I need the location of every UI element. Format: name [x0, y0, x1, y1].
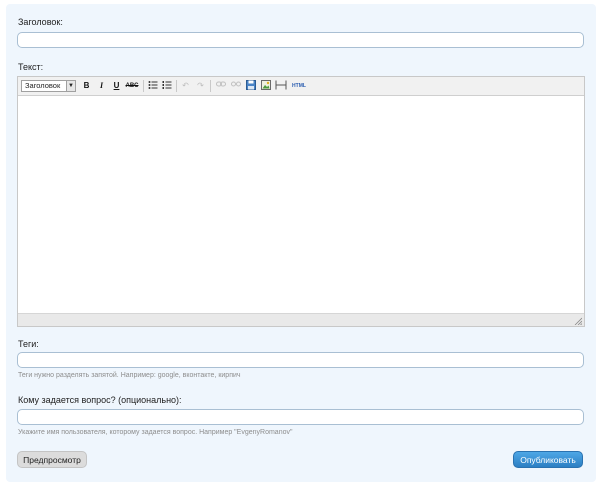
chevron-down-icon: ▼ [66, 81, 75, 91]
resize-grip-icon[interactable] [574, 317, 582, 325]
redo-icon: ↷ [197, 81, 204, 90]
underline-button[interactable]: U [111, 80, 122, 92]
tags-hint: Теги нужно разделять запятой. Например: … [18, 372, 241, 379]
recipient-input[interactable] [17, 409, 584, 425]
editor-toolbar: Заголовок ▼ B I U ABC ↶ ↷ HTML [18, 77, 584, 96]
html-button[interactable]: HTML [291, 80, 307, 92]
tags-label: Теги: [18, 339, 39, 349]
title-label: Заголовок: [18, 17, 63, 27]
preview-button[interactable]: Предпросмотр [17, 451, 87, 468]
image-icon [260, 80, 271, 90]
bullet-list-button[interactable] [147, 80, 158, 92]
link-icon [215, 81, 226, 87]
recipient-label: Кому задается вопрос? (опционально): [18, 395, 182, 405]
save-button[interactable] [245, 80, 256, 92]
save-icon [245, 80, 256, 90]
bullet-list-icon [148, 81, 157, 89]
toolbar-divider [210, 80, 211, 92]
strikethrough-button[interactable]: ABC [125, 80, 139, 92]
toolbar-divider [143, 80, 144, 92]
bold-button[interactable]: B [81, 80, 92, 92]
italic-button[interactable]: I [96, 80, 107, 92]
horizontal-rule-button[interactable] [275, 80, 287, 92]
unlink-icon [230, 81, 241, 87]
redo-button[interactable]: ↷ [195, 80, 206, 92]
horizontal-rule-icon [275, 80, 287, 90]
undo-icon: ↶ [182, 81, 189, 90]
text-label: Текст: [18, 62, 44, 72]
numbered-list-icon [162, 81, 171, 89]
unlink-button[interactable] [230, 80, 241, 92]
italic-icon: I [99, 81, 104, 90]
numbered-list-button[interactable] [161, 80, 172, 92]
undo-button[interactable]: ↶ [180, 80, 191, 92]
format-select-value: Заголовок [25, 81, 61, 90]
underline-icon: U [113, 81, 120, 90]
title-input[interactable] [17, 32, 584, 48]
editor-textarea[interactable] [18, 96, 584, 312]
rich-text-editor: Заголовок ▼ B I U ABC ↶ ↷ HTML [17, 76, 585, 327]
format-select[interactable]: Заголовок ▼ [21, 80, 76, 92]
editor-statusbar [18, 313, 584, 326]
bold-icon: B [83, 81, 90, 90]
recipient-hint: Укажите имя пользователя, которому задае… [18, 429, 293, 436]
toolbar-divider [176, 80, 177, 92]
link-button[interactable] [215, 80, 226, 92]
image-button[interactable] [260, 80, 271, 92]
tags-input[interactable] [17, 352, 584, 368]
html-icon: HTML [292, 83, 306, 89]
publish-button[interactable]: Опубликовать [513, 451, 583, 468]
strikethrough-icon: ABC [125, 83, 139, 89]
